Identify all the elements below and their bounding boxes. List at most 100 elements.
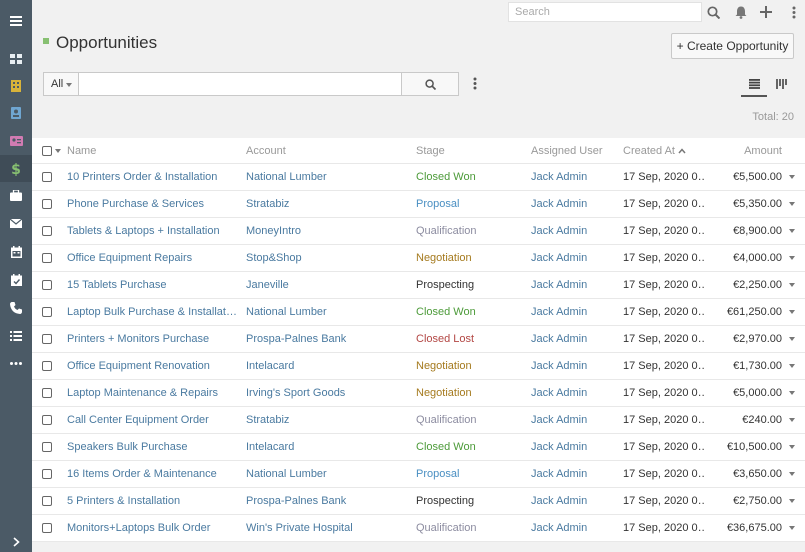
assigned-user-link[interactable]: Jack Admin (531, 191, 621, 217)
row-checkbox[interactable] (42, 299, 62, 325)
account-link[interactable]: Irving's Sport Goods (246, 380, 406, 406)
account-link[interactable]: Stop&Shop (246, 245, 406, 271)
more-icon[interactable] (0, 350, 32, 377)
table-row[interactable]: Laptop Bulk Purchase & Installat… Nationa… (32, 299, 805, 326)
column-header-name[interactable]: Name (67, 138, 239, 163)
row-actions-chevron-down-icon[interactable] (786, 488, 798, 514)
account-link[interactable]: Stratabiz (246, 191, 406, 217)
table-row[interactable]: Tablets & Laptops + Installation MoneyInt… (32, 218, 805, 245)
row-actions-chevron-down-icon[interactable] (786, 245, 798, 271)
assigned-user-link[interactable]: Jack Admin (531, 272, 621, 298)
table-row[interactable]: 5 Printers & Installation Prospa-Palnes B… (32, 488, 805, 515)
row-checkbox[interactable] (42, 326, 62, 352)
opportunity-name-link[interactable]: Monitors+Laptops Bulk Order (67, 515, 239, 541)
row-checkbox[interactable] (42, 407, 62, 433)
email-icon[interactable] (0, 210, 32, 237)
opportunity-name-link[interactable]: 16 Items Order & Maintenance (67, 461, 239, 487)
account-link[interactable]: National Lumber (246, 461, 406, 487)
table-row[interactable]: Speakers Bulk Purchase Intelacard Closed W… (32, 434, 805, 461)
global-search-input[interactable]: Search (508, 2, 702, 22)
opportunity-name-link[interactable]: Call Center Equipment Order (67, 407, 239, 433)
assigned-user-link[interactable]: Jack Admin (531, 299, 621, 325)
account-link[interactable]: National Lumber (246, 164, 406, 190)
table-row[interactable]: Office Equipment Renovation Intelacard Neg… (32, 353, 805, 380)
opportunity-name-link[interactable]: Printers + Monitors Purchase (67, 326, 239, 352)
opportunity-name-link[interactable]: Tablets & Laptops + Installation (67, 218, 239, 244)
table-row[interactable]: Monitors+Laptops Bulk Order Win's Private… (32, 515, 805, 542)
row-checkbox[interactable] (42, 353, 62, 379)
table-row[interactable]: 15 Tablets Purchase Janeville Prospecting J… (32, 272, 805, 299)
accounts-icon[interactable] (0, 72, 32, 99)
row-checkbox[interactable] (42, 245, 62, 271)
row-actions-chevron-down-icon[interactable] (786, 380, 798, 406)
row-actions-chevron-down-icon[interactable] (786, 164, 798, 190)
opportunities-icon[interactable]: $ (0, 155, 32, 182)
column-header-amount[interactable]: Amount (712, 138, 782, 163)
filter-search-button[interactable] (402, 72, 459, 96)
assigned-user-link[interactable]: Jack Admin (531, 407, 621, 433)
opportunity-name-link[interactable]: Laptop Bulk Purchase & Installat… (67, 299, 239, 325)
account-link[interactable]: Intelacard (246, 434, 406, 460)
table-row[interactable]: Phone Purchase & Services Stratabiz Propos… (32, 191, 805, 218)
row-actions-chevron-down-icon[interactable] (786, 461, 798, 487)
tasks-icon[interactable] (0, 322, 32, 349)
row-checkbox[interactable] (42, 515, 62, 541)
row-actions-chevron-down-icon[interactable] (786, 434, 798, 460)
calls-icon[interactable] (0, 294, 32, 321)
opportunity-name-link[interactable]: 5 Printers & Installation (67, 488, 239, 514)
calendar-icon[interactable] (0, 238, 32, 265)
table-row[interactable]: Office Equipment Repairs Stop&Shop Negotia… (32, 245, 805, 272)
list-view-icon[interactable] (741, 73, 767, 97)
account-link[interactable]: Intelacard (246, 353, 406, 379)
opportunity-name-link[interactable]: Speakers Bulk Purchase (67, 434, 239, 460)
text-filter-input[interactable] (79, 72, 402, 96)
dashboard-icon[interactable] (0, 45, 32, 72)
row-actions-chevron-down-icon[interactable] (786, 353, 798, 379)
row-actions-chevron-down-icon[interactable] (786, 191, 798, 217)
row-actions-chevron-down-icon[interactable] (786, 407, 798, 433)
assigned-user-link[interactable]: Jack Admin (531, 380, 621, 406)
row-checkbox[interactable] (42, 461, 62, 487)
column-header-account[interactable]: Account (246, 138, 406, 163)
cases-icon[interactable] (0, 182, 32, 209)
search-icon[interactable] (705, 4, 721, 20)
filter-options-kebab-icon[interactable] (473, 77, 477, 93)
table-row[interactable]: 16 Items Order & Maintenance National Lum… (32, 461, 805, 488)
menu-kebab-icon[interactable] (786, 4, 802, 20)
menu-icon[interactable] (0, 7, 32, 34)
assigned-user-link[interactable]: Jack Admin (531, 218, 621, 244)
column-header-stage[interactable]: Stage (416, 138, 526, 163)
account-link[interactable]: National Lumber (246, 299, 406, 325)
opportunity-name-link[interactable]: 15 Tablets Purchase (67, 272, 239, 298)
filter-scope-dropdown[interactable]: All (43, 72, 79, 96)
column-header-assigned-user[interactable]: Assigned User (531, 138, 621, 163)
row-checkbox[interactable] (42, 488, 62, 514)
row-checkbox[interactable] (42, 434, 62, 460)
account-link[interactable]: Win's Private Hospital (246, 515, 406, 541)
table-row[interactable]: Call Center Equipment Order Stratabiz Qual… (32, 407, 805, 434)
table-row[interactable]: 10 Printers Order & Installation National… (32, 164, 805, 191)
row-actions-chevron-down-icon[interactable] (786, 272, 798, 298)
quick-create-icon[interactable] (758, 4, 774, 20)
row-checkbox[interactable] (42, 191, 62, 217)
table-row[interactable]: Printers + Monitors Purchase Prospa-Palne… (32, 326, 805, 353)
create-opportunity-button[interactable]: + Create Opportunity (671, 33, 794, 59)
opportunity-name-link[interactable]: Laptop Maintenance & Repairs (67, 380, 239, 406)
account-link[interactable]: Prospa-Palnes Bank (246, 488, 406, 514)
opportunity-name-link[interactable]: Office Equipment Renovation (67, 353, 239, 379)
opportunity-name-link[interactable]: Office Equipment Repairs (67, 245, 239, 271)
row-checkbox[interactable] (42, 380, 62, 406)
account-link[interactable]: Stratabiz (246, 407, 406, 433)
row-checkbox[interactable] (42, 272, 62, 298)
assigned-user-link[interactable]: Jack Admin (531, 461, 621, 487)
contacts-icon[interactable] (0, 99, 32, 126)
assigned-user-link[interactable]: Jack Admin (531, 515, 621, 541)
meetings-icon[interactable] (0, 266, 32, 293)
assigned-user-link[interactable]: Jack Admin (531, 164, 621, 190)
leads-icon[interactable] (0, 127, 32, 154)
column-header-created-at[interactable]: Created At (623, 138, 705, 163)
assigned-user-link[interactable]: Jack Admin (531, 353, 621, 379)
account-link[interactable]: MoneyIntro (246, 218, 406, 244)
row-actions-chevron-down-icon[interactable] (786, 299, 798, 325)
collapse-icon[interactable] (0, 528, 32, 552)
